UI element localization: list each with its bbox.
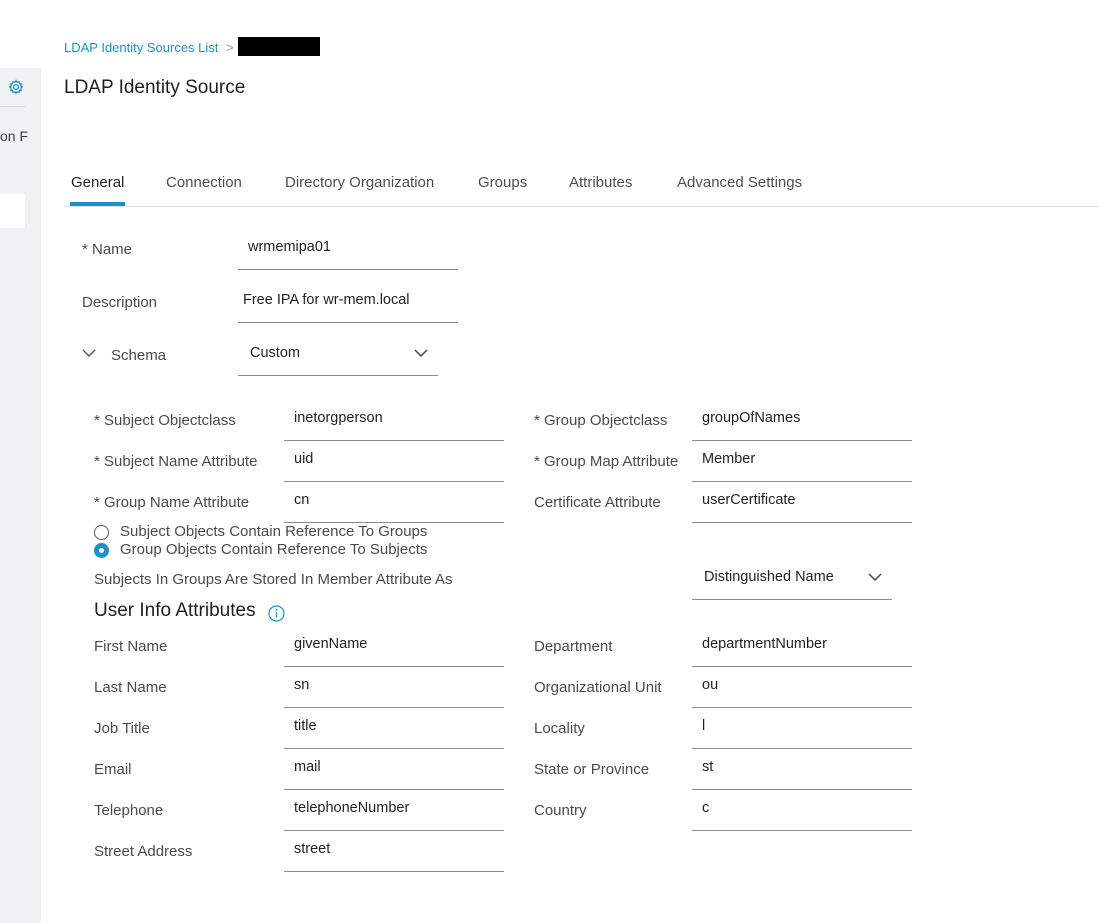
- group-objects-reference-label: Group Objects Contain Reference To Subje…: [120, 541, 428, 558]
- tab-general[interactable]: General: [71, 174, 124, 191]
- locality-label: Locality: [534, 720, 585, 737]
- description-label: Description: [82, 294, 158, 311]
- first-name-label: First Name: [94, 638, 168, 655]
- country-input[interactable]: c: [692, 790, 912, 831]
- group-name-attribute-label: * Group Name Attribute: [94, 494, 250, 511]
- organizational-unit-input[interactable]: ou: [692, 667, 912, 708]
- group-map-attribute-label: * Group Map Attribute: [534, 453, 679, 470]
- tab-connection[interactable]: Connection: [166, 174, 242, 191]
- state-or-province-label: State or Province: [534, 761, 650, 778]
- department-label: Department: [534, 638, 613, 655]
- job-title-label: Job Title: [94, 720, 150, 737]
- group-objectclass-label: * Group Objectclass: [534, 412, 668, 429]
- group-map-attribute-input[interactable]: Member: [692, 441, 912, 482]
- breadcrumb-separator: >: [226, 40, 234, 55]
- first-name-input[interactable]: givenName: [284, 626, 504, 667]
- email-input[interactable]: mail: [284, 749, 504, 790]
- group-objectclass-input[interactable]: groupOfNames: [692, 400, 912, 441]
- tab-bar: General Connection Directory Organizatio…: [64, 166, 1099, 207]
- last-name-label: Last Name: [94, 679, 167, 696]
- user-info-attributes-title: User Info Attributes: [94, 600, 256, 621]
- organizational-unit-label: Organizational Unit: [534, 679, 662, 696]
- schema-label: Schema: [111, 347, 167, 364]
- street-address-input[interactable]: street: [284, 831, 504, 872]
- subject-objectclass-label: * Subject Objectclass: [94, 412, 236, 429]
- gear-icon[interactable]: [8, 79, 24, 95]
- active-tab-indicator: [70, 202, 125, 206]
- tab-groups[interactable]: Groups: [478, 174, 527, 191]
- locality-input[interactable]: l: [692, 708, 912, 749]
- state-or-province-input[interactable]: st: [692, 749, 912, 790]
- subject-objects-reference-label: Subject Objects Contain Reference To Gro…: [120, 523, 428, 540]
- subject-name-attribute-input[interactable]: uid: [284, 441, 504, 482]
- schema-select[interactable]: Custom: [238, 335, 438, 376]
- last-name-input[interactable]: sn: [284, 667, 504, 708]
- breadcrumb-link[interactable]: LDAP Identity Sources List: [64, 40, 218, 55]
- redacted-breadcrumb-item: [238, 37, 320, 56]
- tab-advanced-settings[interactable]: Advanced Settings: [677, 174, 802, 191]
- group-objects-reference-radio[interactable]: [94, 543, 109, 558]
- group-name-attribute-input[interactable]: cn: [284, 482, 504, 523]
- page-title: LDAP Identity Source: [64, 77, 246, 98]
- stored-as-select[interactable]: Distinguished Name: [692, 559, 892, 600]
- tab-attributes[interactable]: Attributes: [569, 174, 632, 191]
- country-label: Country: [534, 802, 587, 819]
- chevron-down-icon: [868, 573, 882, 582]
- email-label: Email: [94, 761, 132, 778]
- subject-objectclass-input[interactable]: inetorgperson: [284, 400, 504, 441]
- stored-as-label: Subjects In Groups Are Stored In Member …: [94, 571, 453, 588]
- street-address-label: Street Address: [94, 843, 193, 860]
- telephone-input[interactable]: telephoneNumber: [284, 790, 504, 831]
- chevron-down-icon: [414, 349, 428, 358]
- sidebar-item-label[interactable]: on F: [0, 128, 41, 144]
- stored-as-select-value: Distinguished Name: [704, 569, 834, 585]
- telephone-label: Telephone: [94, 802, 164, 819]
- certificate-attribute-input[interactable]: userCertificate: [692, 482, 912, 523]
- tab-directory-organization[interactable]: Directory Organization: [285, 174, 434, 191]
- left-sidebar: on F: [0, 68, 41, 923]
- department-input[interactable]: departmentNumber: [692, 626, 912, 667]
- subject-name-attribute-label: * Subject Name Attribute: [94, 453, 258, 470]
- sidebar-divider: [0, 106, 25, 107]
- certificate-attribute-label: Certificate Attribute: [534, 494, 661, 511]
- name-input[interactable]: wrmemipa01: [238, 229, 458, 270]
- description-input[interactable]: Free IPA for wr-mem.local: [238, 282, 458, 323]
- sidebar-selected-item[interactable]: [0, 194, 25, 228]
- subject-objects-reference-radio[interactable]: [94, 525, 109, 540]
- name-label: * Name: [82, 241, 133, 258]
- info-icon[interactable]: [268, 605, 285, 622]
- schema-collapse-chevron-icon[interactable]: [82, 349, 96, 358]
- job-title-input[interactable]: title: [284, 708, 504, 749]
- schema-select-value: Custom: [250, 345, 300, 361]
